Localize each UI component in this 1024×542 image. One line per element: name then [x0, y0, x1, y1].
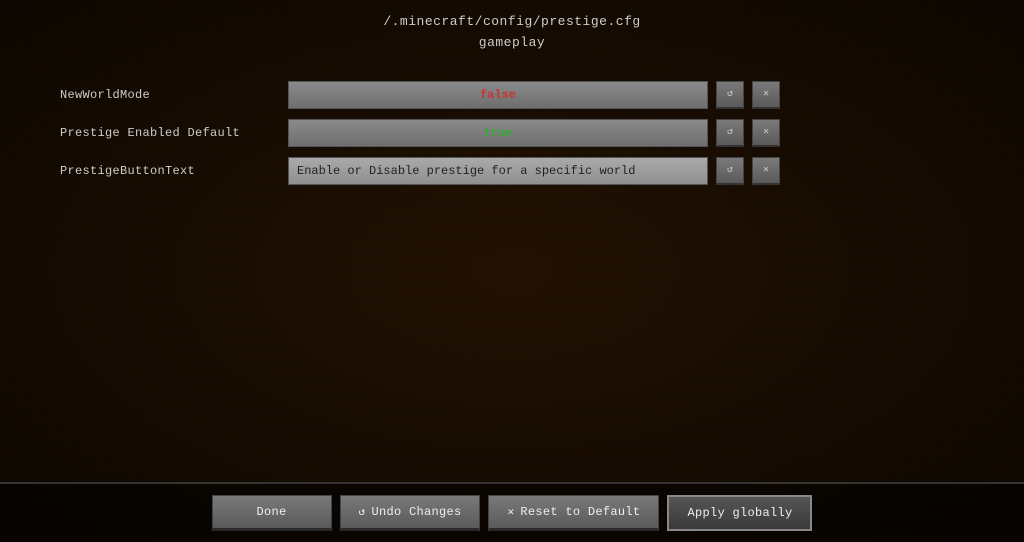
header-title-line1: /.minecraft/config/prestige.cfg — [0, 12, 1024, 33]
header-title-line2: gameplay — [0, 33, 1024, 54]
label-prestige-enabled: Prestige Enabled Default — [60, 126, 280, 140]
undo-icon: ↺ — [359, 505, 366, 519]
config-row-prestige-enabled: Prestige Enabled Default true ↺ ✕ — [60, 118, 964, 148]
reset-btn-prestige-enabled[interactable]: ✕ — [752, 119, 780, 147]
value-new-world-mode[interactable]: false — [288, 81, 708, 109]
label-new-world-mode: NewWorldMode — [60, 88, 280, 102]
main-container: /.minecraft/config/prestige.cfg gameplay… — [0, 0, 1024, 542]
header: /.minecraft/config/prestige.cfg gameplay — [0, 0, 1024, 60]
label-prestige-button-text: PrestigeButtonText — [60, 164, 280, 178]
apply-label: Apply globally — [687, 506, 792, 520]
bottom-bar: Done ↺ Undo Changes ✕ Reset to Default A… — [0, 482, 1024, 542]
undo-btn-prestige-enabled[interactable]: ↺ — [716, 119, 744, 147]
value-prestige-button-text[interactable]: Enable or Disable prestige for a specifi… — [288, 157, 708, 185]
apply-globally-button[interactable]: Apply globally — [667, 495, 812, 531]
undo-changes-button[interactable]: ↺ Undo Changes — [340, 495, 481, 531]
config-row-new-world-mode: NewWorldMode false ↺ ✕ — [60, 80, 964, 110]
reset-default-button[interactable]: ✕ Reset to Default — [488, 495, 659, 531]
reset-label: Reset to Default — [520, 505, 640, 519]
value-prestige-enabled[interactable]: true — [288, 119, 708, 147]
content-area: NewWorldMode false ↺ ✕ Prestige Enabled … — [0, 60, 1024, 482]
reset-icon: ✕ — [507, 505, 514, 519]
undo-label: Undo Changes — [371, 505, 461, 519]
done-label: Done — [257, 505, 287, 519]
config-row-prestige-button-text: PrestigeButtonText Enable or Disable pre… — [60, 156, 964, 186]
done-button[interactable]: Done — [212, 495, 332, 531]
reset-btn-new-world-mode[interactable]: ✕ — [752, 81, 780, 109]
undo-btn-prestige-button-text[interactable]: ↺ — [716, 157, 744, 185]
undo-btn-new-world-mode[interactable]: ↺ — [716, 81, 744, 109]
reset-btn-prestige-button-text[interactable]: ✕ — [752, 157, 780, 185]
